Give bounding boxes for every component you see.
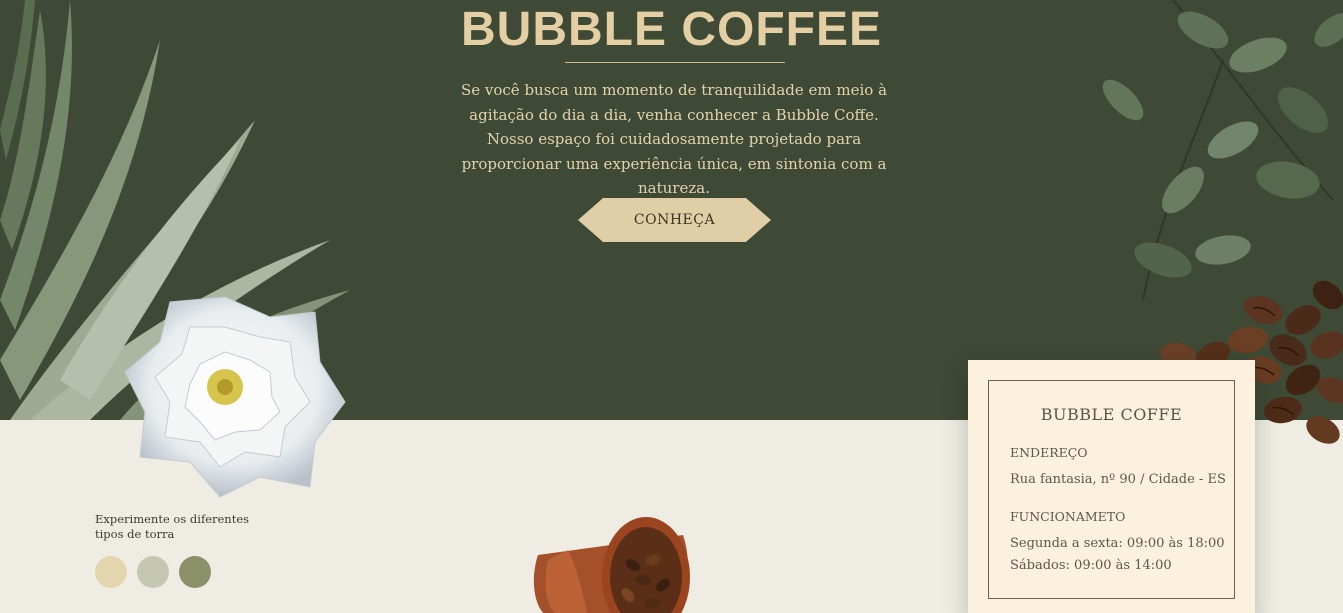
white-rose-illustration — [124, 296, 346, 498]
address-label: ENDEREÇO — [1010, 445, 1088, 460]
info-card-frame: BUBBLE COFFE ENDEREÇO Rua fantasia, nº 9… — [988, 380, 1235, 599]
roast-swatch-dark[interactable] — [179, 556, 211, 588]
info-card-title: BUBBLE COFFE — [1040, 405, 1183, 424]
intro-text: Se você busca um momento de tranquilidad… — [460, 81, 888, 197]
hours-saturday: Sábados: 09:00 às 14:00 — [1010, 558, 1172, 573]
conheca-button[interactable]: CONHEÇA — [578, 198, 771, 242]
page-title: BUBBLE COFFEE — [461, 3, 882, 56]
hours-weekday: Segunda a sexta: 09:00 às 18:00 — [1010, 536, 1225, 551]
coffee-cup-illustration — [533, 517, 690, 613]
roast-swatch-medium[interactable] — [137, 556, 169, 588]
roast-swatch-light[interactable] — [95, 556, 127, 588]
hours-label: FUNCIONAMETO — [1010, 509, 1126, 524]
info-card: BUBBLE COFFE ENDEREÇO Rua fantasia, nº 9… — [968, 360, 1255, 613]
roast-caption: Experimente os diferentes tipos de torra — [95, 512, 250, 541]
address-text: Rua fantasia, nº 90 / Cidade - ES — [1010, 472, 1226, 487]
title-divider — [565, 62, 785, 63]
